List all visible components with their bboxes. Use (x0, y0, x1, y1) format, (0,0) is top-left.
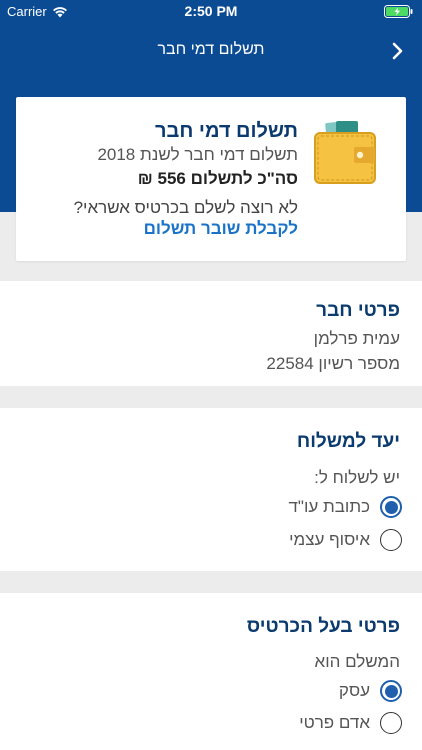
payer-option-private-person[interactable]: אדם פרטי (299, 712, 402, 734)
page-title: תשלום דמי חבר (157, 41, 265, 58)
battery-icon (384, 5, 413, 18)
shipping-option-lawyer-address[interactable]: כתובת עו"ד (288, 496, 402, 518)
payer-option-label: אדם פרטי (299, 713, 370, 732)
shipping-option-self-pickup[interactable]: איסוף עצמי (289, 529, 402, 551)
shipping-section: יעד למשלוח יש לשלוח ל: כתובת עו"ד איסוף … (0, 408, 422, 571)
shipping-option-label: כתובת עו"ד (288, 497, 371, 516)
member-section-title: פרטי חבר (316, 300, 400, 321)
payment-subtitle: תשלום דמי חבר לשנת 2018 (97, 145, 298, 164)
payment-total: סה"כ לתשלום 556 ₪ (137, 169, 298, 188)
payer-option-business[interactable]: עסק (339, 680, 402, 702)
wallet-icon (314, 121, 376, 184)
cardholder-section: פרטי בעל הכרטיס המשלם הוא עסק אדם פרטי (0, 593, 422, 750)
alternative-payment-question: לא רוצה לשלם בכרטיס אשראי? (73, 198, 298, 217)
radio-button[interactable] (380, 529, 402, 551)
status-bar: Carrier 2:50 PM (0, 0, 422, 22)
member-name: עמית פרלמן (313, 329, 400, 348)
chevron-right-icon (392, 42, 403, 60)
payment-voucher-link[interactable]: לקבלת שובר תשלום (144, 219, 298, 239)
radio-button-selected[interactable] (380, 496, 402, 518)
cardholder-section-title: פרטי בעל הכרטיס (246, 616, 400, 637)
shipping-option-label: איסוף עצמי (289, 530, 370, 549)
payer-option-label: עסק (338, 681, 370, 700)
payment-title: תשלום דמי חבר (155, 120, 298, 142)
member-license: מספר רשיון 22584 (266, 354, 400, 373)
navigation-bar: תשלום דמי חבר (0, 32, 422, 70)
back-button[interactable] (388, 40, 408, 62)
shipping-section-title: יעד למשלוח (296, 431, 400, 452)
shipping-prompt: יש לשלוח ל: (314, 468, 400, 487)
status-time: 2:50 PM (184, 3, 238, 19)
member-details-section: פרטי חבר עמית פרלמן מספר רשיון 22584 (0, 281, 422, 386)
payment-card: תשלום דמי חבר תשלום דמי חבר לשנת 2018 סה… (16, 97, 406, 261)
radio-button[interactable] (380, 712, 402, 734)
cardholder-prompt: המשלם הוא (314, 652, 400, 671)
payment-details: תשלום דמי חבר תשלום דמי חבר לשנת 2018 סה… (97, 119, 298, 191)
radio-button-selected[interactable] (380, 680, 402, 702)
